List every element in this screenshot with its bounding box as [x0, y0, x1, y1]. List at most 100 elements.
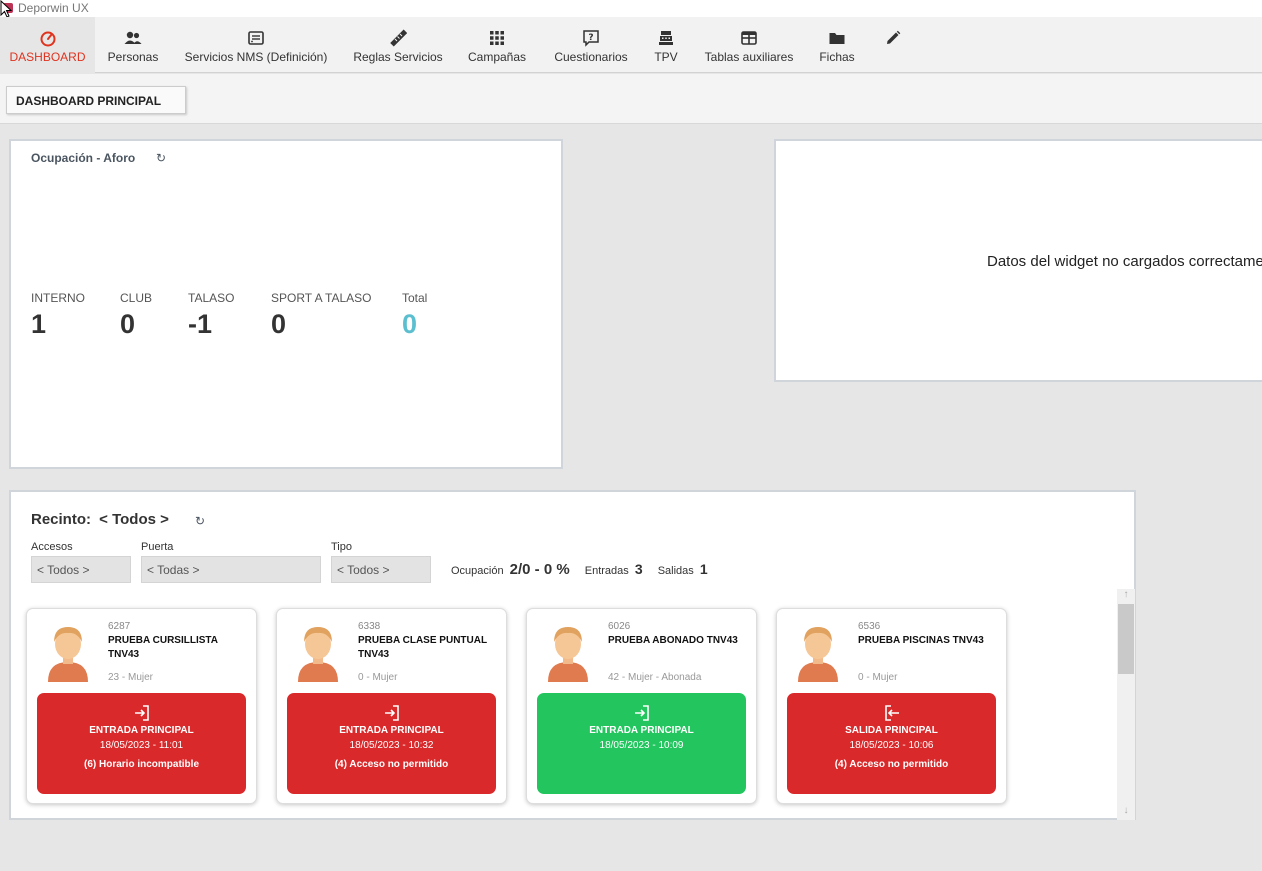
card-reason: (4) Acceso no permitido: [334, 759, 449, 770]
menu-item-label: DASHBOARD: [9, 50, 86, 64]
access-card[interactable]: 6026 PRUEBA ABONADO TNV43 42 - Mujer - A…: [526, 608, 757, 804]
recinto-label: Recinto:: [31, 511, 91, 528]
refresh-icon[interactable]: ↻: [195, 514, 205, 528]
menu-item-campanas[interactable]: Campañas: [462, 17, 532, 73]
menu-item-label: Tablas auxiliares: [704, 50, 794, 64]
refresh-icon[interactable]: ↻: [156, 151, 166, 165]
menu-item-edit[interactable]: [878, 17, 908, 73]
card-reason: (6) Horario incompatible: [83, 759, 199, 770]
card-info: 23 - Mujer: [108, 672, 154, 683]
ocupacion-label: Ocupación: [451, 565, 504, 577]
card-name: PRUEBA CURSILLISTA TNV43: [108, 635, 218, 660]
occupancy-club: CLUB 0: [120, 291, 152, 340]
mouse-cursor-icon: [0, 0, 12, 18]
scroll-down-arrow-icon[interactable]: ↓: [1117, 805, 1135, 819]
card-reason: (4) Acceso no permitido: [834, 759, 949, 770]
access-card[interactable]: 6338 PRUEBA CLASE PUNTUAL TNV43 0 - Muje…: [276, 608, 507, 804]
menu-item-personas[interactable]: Personas: [100, 17, 166, 73]
recinto-selector[interactable]: < Todos >: [99, 511, 169, 528]
access-card[interactable]: 6536 PRUEBA PISCINAS TNV43 0 - Mujer SAL…: [776, 608, 1007, 804]
entry-arrow-icon: [134, 705, 149, 721]
dashboard-tab-bar: DASHBOARD PRINCIPAL: [0, 74, 1262, 124]
grid-icon: [462, 29, 532, 47]
filter-label-puerta: Puerta: [141, 541, 174, 553]
menu-item-label: Campañas: [467, 50, 527, 64]
filter-label-accesos: Accesos: [31, 541, 73, 553]
menu-item-reglas-servicios[interactable]: Reglas Servicios: [348, 17, 448, 73]
widget-error-message: Datos del widget no cargados correctamen…: [987, 253, 1262, 270]
access-status-allowed: ENTRADA PRINCIPAL 18/05/2023 - 10:09: [537, 693, 746, 794]
card-door: ENTRADA PRINCIPAL: [589, 725, 694, 736]
occupancy-title: Ocupación - Aforo: [31, 151, 136, 165]
occupancy-interno: INTERNO 1: [31, 291, 85, 340]
card-id: 6536: [858, 621, 881, 632]
card-door: ENTRADA PRINCIPAL: [339, 725, 444, 736]
card-id: 6287: [108, 621, 131, 632]
occupancy-label: Total: [402, 291, 428, 305]
occupancy-label: INTERNO: [31, 291, 85, 305]
salidas-label: Salidas: [657, 565, 694, 577]
menu-item-label: Reglas Servicios: [353, 50, 443, 64]
menu-item-label: Fichas: [819, 50, 855, 64]
menu-item-tpv[interactable]: TPV: [646, 17, 686, 73]
card-door: ENTRADA PRINCIPAL: [89, 725, 194, 736]
card-info: 0 - Mujer: [858, 672, 898, 683]
entradas-value: 3: [634, 561, 643, 577]
access-status-denied: SALIDA PRINCIPAL 18/05/2023 - 10:06 (4) …: [787, 693, 996, 794]
menu-item-dashboard[interactable]: DASHBOARD: [0, 17, 95, 73]
menu-item-fichas[interactable]: Fichas: [812, 17, 862, 73]
occupancy-sport-a-talaso: SPORT A TALASO 0: [271, 291, 372, 340]
folder-icon: [812, 29, 862, 47]
cash-register-icon: [646, 29, 686, 47]
user-avatar-icon: [48, 627, 88, 682]
card-datetime: 18/05/2023 - 10:09: [599, 740, 684, 751]
occupancy-label: SPORT A TALASO: [271, 291, 372, 305]
dashboard-gauge-icon: [0, 29, 95, 47]
access-card[interactable]: 6287 PRUEBA CURSILLISTA TNV43 23 - Mujer…: [26, 608, 257, 804]
filter-accesos-select[interactable]: < Todos >: [31, 556, 131, 583]
widget-panel: Datos del widget no cargados correctamen…: [774, 139, 1262, 382]
entry-arrow-icon: [384, 705, 399, 721]
filter-label-tipo: Tipo: [331, 541, 352, 553]
salidas-value: 1: [699, 561, 708, 577]
card-id: 6026: [608, 621, 631, 632]
menu-item-servicios-nms[interactable]: Servicios NMS (Definición): [180, 17, 332, 73]
access-status-denied: ENTRADA PRINCIPAL 18/05/2023 - 10:32 (4)…: [287, 693, 496, 794]
recinto-title: Recinto: < Todos >: [31, 511, 169, 528]
occupancy-value: 1: [31, 309, 47, 339]
menu-item-label: Personas: [107, 50, 159, 64]
occupancy-label: CLUB: [120, 291, 153, 305]
window-title: Deporwin UX: [18, 1, 89, 15]
card-id: 6338: [358, 621, 381, 632]
user-avatar-icon: [548, 627, 588, 682]
filter-tipo-select[interactable]: < Todos >: [331, 556, 431, 583]
cards-scrollbar[interactable]: ↑ ↓: [1117, 589, 1135, 820]
filter-puerta-select[interactable]: < Todas >: [141, 556, 321, 583]
scroll-up-arrow-icon[interactable]: ↑: [1117, 589, 1135, 603]
menu-item-cuestionarios[interactable]: ? Cuestionarios: [548, 17, 634, 73]
card-datetime: 18/05/2023 - 10:32: [349, 740, 434, 751]
occupancy-value: 0: [271, 309, 287, 339]
card-datetime: 18/05/2023 - 11:01: [99, 740, 184, 751]
menu-item-tablas-auxiliares[interactable]: Tablas auxiliares: [700, 17, 798, 73]
access-stats: Ocupación 2/0 - 0 % Entradas 3 Salidas 1: [451, 561, 708, 578]
occupancy-panel: Ocupación - Aforo ↻ INTERNO 1 CLUB 0 TAL…: [9, 139, 563, 469]
ruler-icon: [348, 29, 448, 47]
access-status-denied: ENTRADA PRINCIPAL 18/05/2023 - 11:01 (6)…: [37, 693, 246, 794]
occupancy-label: TALASO: [188, 291, 235, 305]
tab-dashboard-principal[interactable]: DASHBOARD PRINCIPAL: [6, 86, 186, 114]
user-avatar-icon: [298, 627, 338, 682]
occupancy-value: 0: [120, 309, 136, 339]
pencil-icon: [878, 29, 908, 47]
service-card-icon: [180, 29, 332, 47]
card-name: PRUEBA PISCINAS TNV43: [858, 635, 984, 646]
main-menu-bar: DASHBOARD Personas Servicios NMS (Defini…: [0, 17, 1262, 73]
scroll-thumb[interactable]: [1118, 604, 1134, 674]
occupancy-total: Total 0: [402, 291, 427, 340]
recinto-panel: Recinto: < Todos > ↻ Accesos < Todos > P…: [9, 490, 1136, 820]
people-icon: [100, 29, 166, 47]
card-datetime: 18/05/2023 - 10:06: [849, 740, 934, 751]
table-icon: [700, 29, 798, 47]
card-info: 0 - Mujer: [358, 672, 398, 683]
window-titlebar: Deporwin UX: [0, 0, 1262, 18]
